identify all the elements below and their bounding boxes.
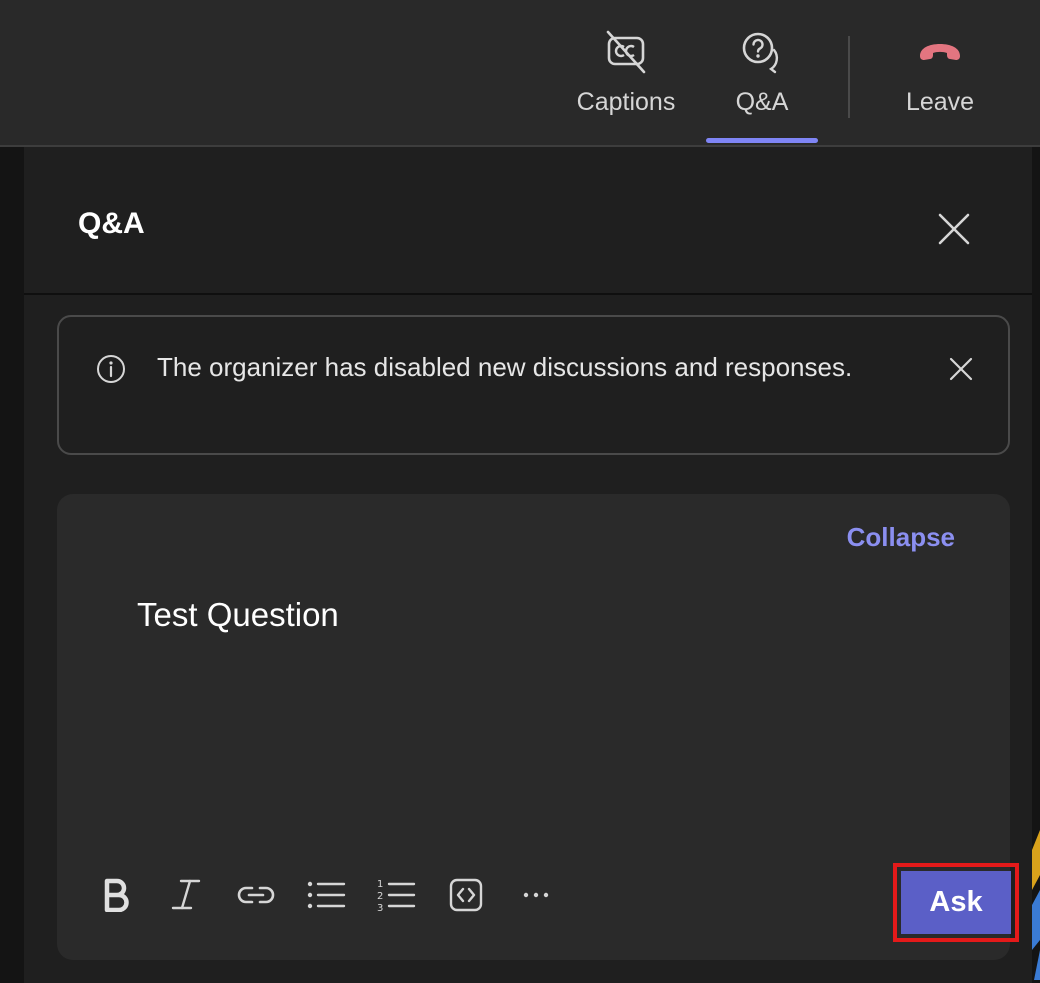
bold-button[interactable]	[95, 874, 137, 916]
bold-icon	[104, 878, 129, 912]
code-snippet-icon	[449, 878, 483, 912]
question-input[interactable]: Test Question	[137, 596, 937, 634]
notice-text: The organizer has disabled new discussio…	[157, 352, 853, 382]
more-options-icon	[523, 892, 549, 898]
hang-up-icon	[920, 44, 960, 60]
link-icon	[237, 886, 275, 904]
question-composer: Collapse Test Question 1 2 3 Ask	[57, 494, 1019, 960]
bulleted-list-icon	[307, 881, 346, 909]
qa-active-indicator	[706, 138, 818, 143]
ask-button[interactable]: Ask	[901, 871, 1011, 934]
dismiss-notice-icon[interactable]	[945, 353, 977, 385]
svg-text:1: 1	[377, 879, 383, 890]
leave-button[interactable]: Leave	[893, 26, 987, 117]
question-bubble-icon	[742, 32, 779, 74]
more-options-button[interactable]	[515, 874, 557, 916]
close-panel-icon[interactable]	[932, 207, 976, 251]
svg-text:3: 3	[377, 903, 383, 913]
notice-banner: The organizer has disabled new discussio…	[57, 315, 1010, 455]
italic-button[interactable]	[165, 874, 207, 916]
captions-button[interactable]: Captions	[565, 26, 687, 117]
bulleted-list-button[interactable]	[305, 874, 347, 916]
meeting-toolbar: Captions Q&A Leave	[0, 0, 1040, 147]
qa-panel: Q&A The organizer has disabled new discu…	[24, 147, 1032, 983]
app-root: Captions Q&A Leave Q&A The organizer has…	[0, 0, 1040, 983]
collapse-link[interactable]: Collapse	[847, 522, 955, 553]
qa-button[interactable]: Q&A	[712, 26, 812, 117]
info-icon	[97, 355, 125, 383]
panel-header: Q&A	[24, 147, 1032, 295]
toolbar-divider	[848, 36, 850, 118]
leave-label: Leave	[905, 88, 975, 116]
link-button[interactable]	[235, 874, 277, 916]
formatting-toolbar: 1 2 3	[95, 870, 585, 920]
panel-title: Q&A	[78, 207, 145, 240]
captions-label: Captions	[576, 88, 676, 116]
qa-label: Q&A	[735, 88, 789, 116]
numbered-list-icon: 1 2 3	[377, 879, 416, 913]
numbered-list-button[interactable]: 1 2 3	[375, 874, 417, 916]
code-snippet-button[interactable]	[445, 874, 487, 916]
left-edge-strip	[0, 147, 24, 983]
italic-icon	[171, 879, 201, 910]
svg-text:2: 2	[377, 891, 383, 902]
captions-off-icon	[606, 30, 646, 74]
